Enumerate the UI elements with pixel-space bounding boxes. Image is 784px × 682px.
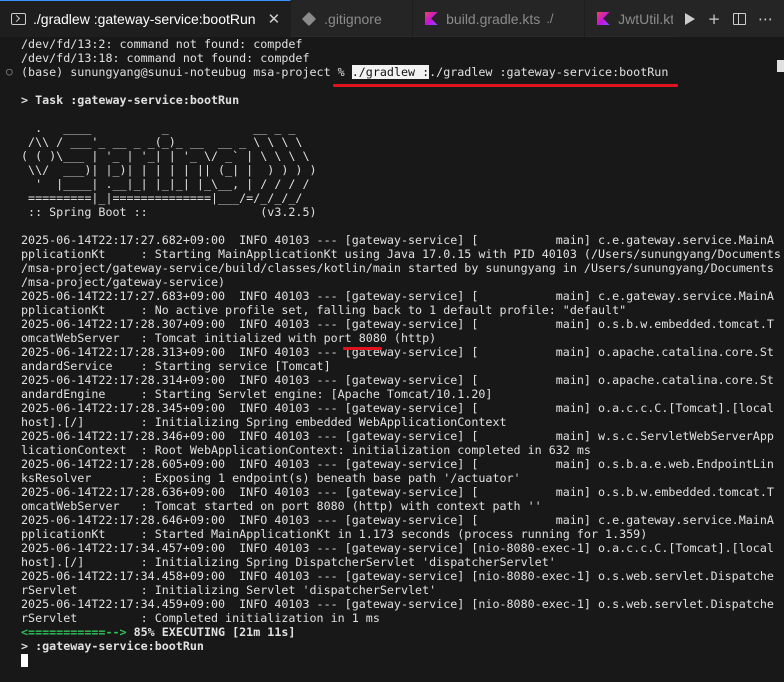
progress-line: <===========--> 85% EXECUTING [21m 11s] — [21, 625, 784, 639]
tab-label: JwtUtil.kt — [618, 10, 675, 27]
more-icon[interactable]: ⋯ — [758, 10, 773, 28]
tab-build-gradle-kts[interactable]: build.gradle.kts ./ — [413, 0, 586, 37]
tab-gitignore[interactable]: .gitignore — [291, 0, 414, 37]
log-line: 2025-06-14T22:17:34.458+09:00 INFO 40103… — [21, 569, 774, 583]
add-icon[interactable]: + — [707, 10, 721, 28]
terminal-line: /dev/fd/13:18: command not found: compde… — [21, 51, 310, 65]
tab-label: .gitignore — [324, 10, 382, 27]
log-line: omcatWebServer : Tomcat started on port … — [21, 499, 542, 513]
terminal-line: /dev/fd/13:2: command not found: compdef — [21, 37, 303, 51]
spring-banner-line: \\/ ___)| |_)| | | | | || (_| | ) ) ) ) — [21, 163, 317, 177]
tab-label: ./gradlew :gateway-service:bootRun — [33, 11, 256, 27]
tab-label: build.gradle.kts — [446, 10, 541, 27]
log-line: 2025-06-14T22:17:28.345+09:00 INFO 40103… — [21, 401, 774, 415]
scrollbar-marker[interactable] — [777, 60, 784, 72]
close-icon[interactable]: ✕ — [268, 10, 281, 28]
spring-banner-line: ' |____| .__|_| |_|_| |_\__, | / / / / — [21, 177, 310, 191]
log-line: rServlet : Initializing Servlet 'dispatc… — [21, 583, 437, 597]
log-line: andardService : Starting service [Tomcat… — [21, 359, 331, 373]
log-line: host].[/] : Initializing Spring embedded… — [21, 415, 507, 429]
log-line: 2025-06-14T22:17:28.313+09:00 INFO 40103… — [21, 345, 774, 359]
terminal-panel[interactable]: /dev/fd/13:2: command not found: compdef… — [0, 37, 784, 682]
log-line: 2025-06-14T22:17:27.682+09:00 INFO 40103… — [21, 233, 774, 247]
progress-text: 85% EXECUTING [21m 11s] — [133, 625, 296, 639]
log-line: 2025-06-14T22:17:28.636+09:00 INFO 40103… — [21, 485, 774, 499]
log-line: rServlet : Completed initialization in 1… — [21, 611, 380, 625]
selected-text: ./gradlew : — [351, 65, 430, 79]
log-output: 2025-06-14T22:17:27.682+09:00 INFO 40103… — [21, 233, 784, 625]
prompt-command: ./gradlew :gateway-service:bootRun — [429, 65, 669, 79]
tab-terminal-bootrun[interactable]: ./gradlew :gateway-service:bootRun ✕ — [0, 0, 292, 37]
terminal-icon — [10, 13, 26, 25]
log-line: 2025-06-14T22:17:28.605+09:00 INFO 40103… — [21, 457, 774, 471]
spring-banner-line: ( ( )\___ | '_ | '_| | '_ \/ _` | \ \ \ … — [21, 149, 310, 163]
editor-actions: + ⋯ — [673, 0, 784, 37]
log-line: 2025-06-14T22:17:28.314+09:00 INFO 40103… — [21, 373, 774, 387]
log-line: omcatWebServer : Tomcat initialized with… — [21, 331, 437, 345]
log-line: 2025-06-14T22:17:28.646+09:00 INFO 40103… — [21, 513, 774, 527]
log-line: licationContext : Root WebApplicationCon… — [21, 443, 591, 457]
spring-banner-line: /\\ / ___'_ __ _ _(_)_ __ __ _ \ \ \ \ — [21, 135, 303, 149]
prompt-marker-icon: ○ — [6, 65, 13, 78]
current-task-line: > :gateway-service:bootRun — [21, 639, 204, 653]
kotlin-icon — [595, 12, 611, 25]
command-annotation-underline — [333, 84, 678, 87]
log-line: 2025-06-14T22:17:34.457+09:00 INFO 40103… — [21, 541, 774, 555]
editor-tab-bar: ./gradlew :gateway-service:bootRun ✕ .gi… — [0, 0, 784, 37]
log-line: /msa-project/gateway-service) — [21, 275, 226, 289]
tab-description: ./ — [546, 11, 554, 26]
task-line: > Task :gateway-service:bootRun — [21, 93, 240, 107]
spring-banner-line: . ____ _ __ _ _ — [21, 121, 296, 135]
log-line: pplicationKt : No active profile set, fa… — [21, 303, 627, 317]
git-icon — [301, 11, 317, 26]
progress-bar: <===========--> — [21, 625, 134, 639]
log-line: ksResolver : Exposing 1 endpoint(s) bene… — [21, 471, 521, 485]
prompt-env: (base) sunungyang@sunui-noteubug msa-pro… — [21, 65, 352, 79]
spring-banner-line: :: Spring Boot :: (v3.2.5) — [21, 205, 317, 219]
tab-jwtutil-kt[interactable]: JwtUtil.kt — [585, 0, 686, 37]
run-icon[interactable] — [685, 12, 695, 25]
log-line: host].[/] : Initializing Spring Dispatch… — [21, 555, 556, 569]
kotlin-icon — [423, 12, 439, 25]
split-editor-icon[interactable] — [733, 12, 746, 25]
log-line: /msa-project/gateway-service/build/class… — [21, 261, 774, 275]
log-line: 2025-06-14T22:17:28.346+09:00 INFO 40103… — [21, 429, 774, 443]
log-line: 2025-06-14T22:17:27.683+09:00 INFO 40103… — [21, 289, 774, 303]
log-line: 2025-06-14T22:17:28.307+09:00 INFO 40103… — [21, 317, 774, 331]
terminal-cursor — [21, 654, 28, 667]
spring-banner-line: =========|_|==============|___/=/_/_/_/ — [21, 191, 303, 205]
log-line: andardEngine : Starting Servlet engine: … — [21, 387, 493, 401]
port-annotation-underline — [343, 347, 382, 350]
log-line: pplicationKt : Starting MainApplicationK… — [21, 247, 781, 261]
log-line: pplicationKt : Started MainApplicationKt… — [21, 527, 648, 541]
command-prompt-line: ○ (base) sunungyang@sunui-noteubug msa-pr… — [6, 65, 784, 79]
log-line: 2025-06-14T22:17:34.459+09:00 INFO 40103… — [21, 597, 774, 611]
